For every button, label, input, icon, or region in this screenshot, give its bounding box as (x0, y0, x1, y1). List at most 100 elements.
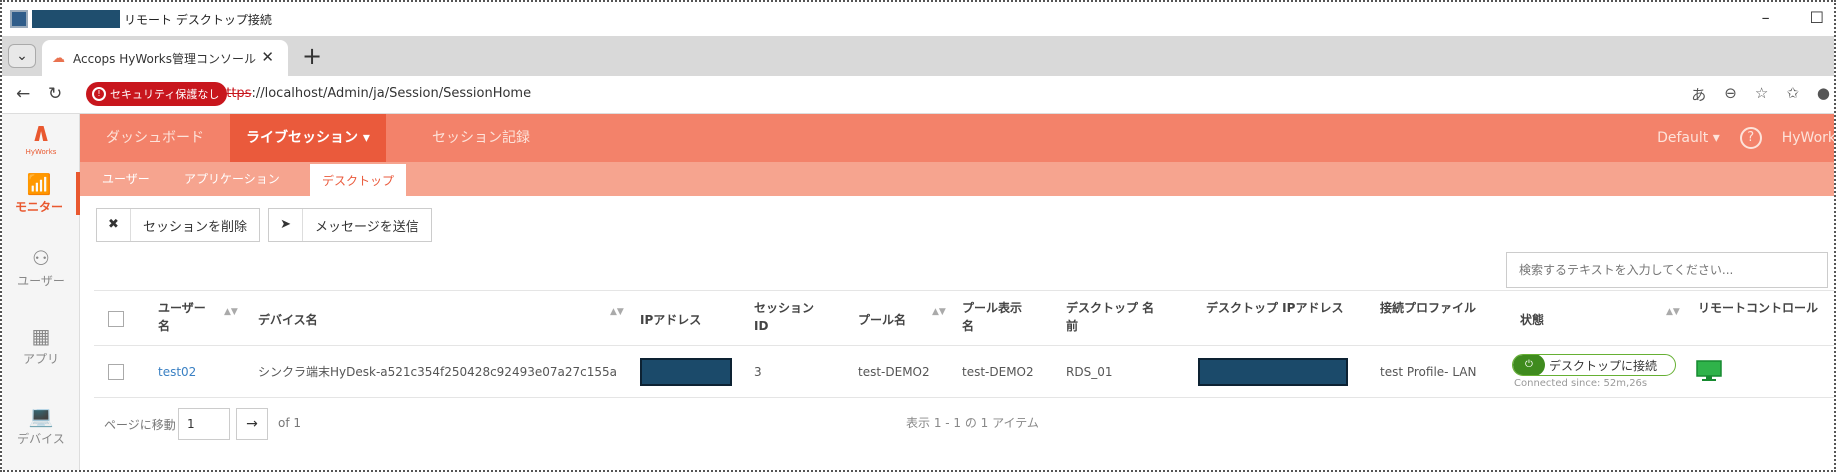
new-tab-button[interactable]: + (302, 42, 322, 70)
col-pool-name[interactable]: プール名 (858, 311, 906, 329)
send-message-button[interactable]: ➤ メッセージを送信 (268, 208, 432, 242)
col-desktop-ip[interactable]: デスクトップ IPアドレス (1206, 299, 1346, 317)
col-device-name[interactable]: デバイス名 (258, 311, 318, 329)
row-checkbox[interactable] (108, 364, 124, 380)
hyworks-logo-icon: ∧ (30, 118, 52, 148)
tab-applications[interactable]: アプリケーション (172, 162, 292, 196)
security-badge-label: セキュリティ保護なし (110, 88, 220, 101)
sidebar-item-users[interactable]: ⚇ ユーザー (2, 246, 80, 289)
top-navbar: ダッシュボード ライブセッション ▾ セッション記録 Default ▾ ? H… (80, 114, 1834, 162)
sort-icon[interactable]: ▲▼ (1666, 307, 1680, 317)
apps-grid-icon: ▦ (31, 324, 51, 348)
sidebar-item-monitor[interactable]: 📶 モニター (2, 172, 80, 215)
tab-desktop[interactable]: デスクトップ (310, 164, 407, 196)
search-input[interactable] (1506, 252, 1828, 288)
address-bar: ← ↻ ! セキュリティ保護なし https://localhost/Admin… (2, 76, 1834, 114)
translate-icon[interactable]: あ (1691, 84, 1706, 105)
delete-session-button[interactable]: ✖ セッションを削除 (96, 208, 261, 242)
star-icon[interactable]: ☆ (1755, 84, 1768, 105)
connected-toggle-icon: ⏻ (1513, 355, 1545, 375)
user-menu[interactable]: HyWork (1782, 130, 1834, 146)
col-pool-display-name[interactable]: プール表示名 (962, 299, 1028, 335)
laptop-icon: 💻 (28, 404, 54, 428)
menu-session-recording[interactable]: セッション記録 (416, 114, 546, 162)
pager: ページに移動 1 → of 1 表示 1 - 1 の 1 アイテム (94, 398, 1834, 448)
tab-users[interactable]: ユーザー (90, 162, 162, 196)
status-badge: ⏻ デスクトップに接続 (1512, 354, 1676, 376)
hyworks-logo: ∧ HyWorks (2, 114, 80, 164)
window-title: リモート デスクトップ接続 (124, 12, 272, 27)
pool-name: test-DEMO2 (858, 365, 930, 379)
minimize-button[interactable]: – (1762, 8, 1770, 27)
window-controls: – ☐ (1762, 8, 1824, 27)
sub-navbar: ユーザー アプリケーション デスクトップ (80, 162, 1834, 196)
profile-icon[interactable]: ● (1817, 84, 1830, 105)
reload-icon[interactable]: ↻ (48, 84, 62, 104)
url-field[interactable]: https://localhost/Admin/ja/Session/Sessi… (218, 86, 531, 101)
pool-display-name: test-DEMO2 (962, 365, 1034, 379)
security-badge[interactable]: ! セキュリティ保護なし (86, 82, 228, 106)
sort-icon[interactable]: ▲▼ (932, 307, 946, 317)
action-toolbar: ✖ セッションを削除 ➤ メッセージを送信 (96, 208, 432, 242)
address-bar-icons: あ ⊖ ☆ ✩ ● (1691, 84, 1830, 105)
remote-desktop-icon (10, 10, 28, 28)
user-name-link[interactable]: test02 (158, 346, 196, 398)
topbar-right: Default ▾ ? HyWork (1657, 114, 1834, 162)
menu-live-session[interactable]: ライブセッション ▾ (230, 114, 386, 162)
col-status[interactable]: 状態 (1520, 311, 1544, 329)
profile-dropdown[interactable]: Default ▾ (1657, 130, 1720, 146)
favorites-icon[interactable]: ✩ (1786, 84, 1799, 105)
menu-dashboard[interactable]: ダッシュボード (90, 114, 220, 162)
status-label: デスクトップに接続 (1549, 358, 1658, 373)
select-all-checkbox[interactable] (108, 311, 124, 327)
col-session-id[interactable]: セッションID (754, 299, 826, 335)
help-icon[interactable]: ? (1739, 127, 1762, 149)
redacted-host (32, 10, 120, 28)
table-header: ユーザー名 ▲▼ デバイス名 ▲▼ IPアドレス セッションID プール名 ▲▼… (94, 290, 1834, 346)
url-protocol: https (218, 86, 252, 101)
back-arrow-icon[interactable]: ← (16, 84, 30, 104)
url-path: ://localhost/Admin/ja/Session/SessionHom… (251, 86, 532, 101)
tab-list-button[interactable]: ⌄ (8, 44, 36, 68)
table-row[interactable]: test02 シンクラ端末HyDesk-a521c354f250428c9249… (94, 346, 1834, 398)
left-sidebar: ∧ HyWorks 📶 モニター ⚇ ユーザー ▦ アプリ 💻 デバイス (2, 114, 80, 470)
sidebar-item-label: モニター (14, 200, 63, 214)
tab-close-icon[interactable]: ✕ (261, 48, 274, 66)
sidebar-item-label: ユーザー (17, 274, 65, 288)
sidebar-item-label: デバイス (17, 432, 65, 446)
page-input[interactable]: 1 (178, 408, 230, 440)
sort-icon[interactable]: ▲▼ (224, 307, 238, 317)
sort-icon[interactable]: ▲▼ (610, 307, 624, 317)
pager-of: of 1 (278, 416, 302, 430)
pager-label: ページに移動 (104, 418, 176, 432)
sidebar-item-apps[interactable]: ▦ アプリ (2, 324, 80, 367)
session-id: 3 (754, 365, 762, 379)
reader-icon[interactable]: ⊖ (1724, 84, 1737, 105)
col-desktop-name[interactable]: デスクトップ 名前 (1066, 299, 1166, 335)
connection-profile: test Profile- LAN (1380, 365, 1477, 379)
device-name: シンクラ端末HyDesk-a521c354f250428c92493e07a27… (258, 365, 617, 379)
connected-since: Connected since: 52m,26s (1514, 378, 1648, 389)
redacted-desktop-ip (1198, 358, 1348, 386)
hyworks-console: ∧ HyWorks 📶 モニター ⚇ ユーザー ▦ アプリ 💻 デバイス ダッシ… (2, 114, 1834, 470)
item-count: 表示 1 - 1 の 1 アイテム (906, 416, 1039, 430)
col-remote-control[interactable]: リモートコントロール (1698, 299, 1818, 317)
warning-icon: ! (92, 87, 106, 101)
browser-tabbar: ⌄ ☁ Accops HyWorks管理コンソール ✕ + (2, 36, 1834, 76)
go-arrow-icon[interactable]: → (236, 408, 268, 440)
logo-brand: HyWorks (25, 148, 57, 156)
sidebar-item-label: アプリ (22, 352, 59, 366)
cloud-icon: ☁ (52, 50, 65, 66)
monitor-icon[interactable] (1696, 360, 1722, 382)
col-connection-profile[interactable]: 接続プロファイル (1380, 299, 1488, 317)
redacted-ip (640, 358, 732, 386)
col-ip-address[interactable]: IPアドレス (640, 311, 701, 329)
browser-tab[interactable]: ☁ Accops HyWorks管理コンソール ✕ (42, 40, 288, 76)
user-icon: ⚇ (32, 246, 50, 270)
sidebar-item-devices[interactable]: 💻 デバイス (2, 404, 80, 447)
col-user-name[interactable]: ユーザー名 (158, 299, 206, 335)
close-icon: ✖ (97, 209, 131, 241)
maximize-button[interactable]: ☐ (1810, 8, 1824, 27)
bar-chart-icon: 📶 (26, 172, 52, 196)
session-table: ユーザー名 ▲▼ デバイス名 ▲▼ IPアドレス セッションID プール名 ▲▼… (94, 290, 1834, 398)
